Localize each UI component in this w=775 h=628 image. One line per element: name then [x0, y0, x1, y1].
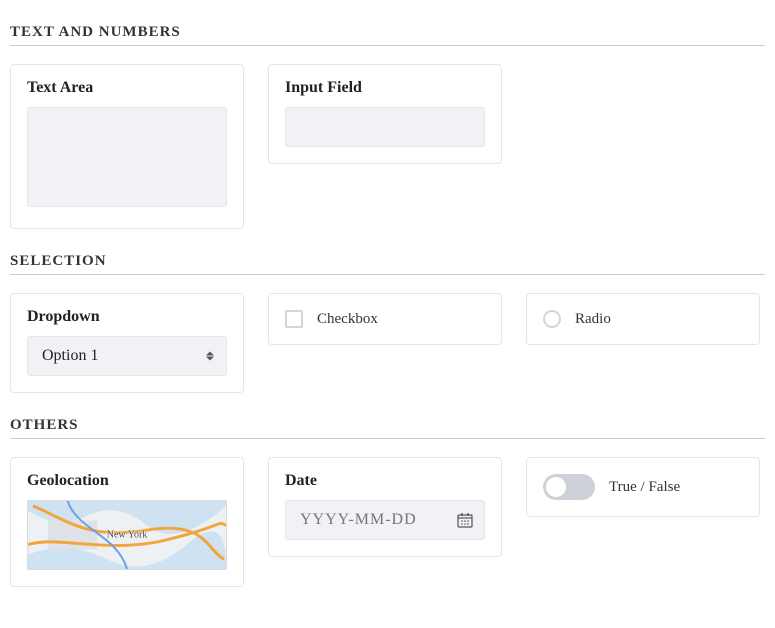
card-checkbox: Checkbox — [268, 293, 502, 345]
row-selection: Dropdown Option 1 Checkbox Radio — [10, 293, 765, 393]
label-input-field: Input Field — [285, 79, 485, 97]
card-toggle: True / False — [526, 457, 760, 517]
label-date: Date — [285, 472, 485, 490]
card-dropdown: Dropdown Option 1 — [10, 293, 244, 393]
dropdown-select[interactable]: Option 1 — [27, 336, 227, 376]
date-input[interactable] — [285, 500, 485, 540]
card-date: Date — [268, 457, 502, 557]
card-radio: Radio — [526, 293, 760, 345]
section-title-selection: SELECTION — [10, 249, 765, 275]
section-title-text-and-numbers: TEXT AND NUMBERS — [10, 20, 765, 46]
checkbox-input[interactable] — [285, 310, 303, 328]
label-checkbox: Checkbox — [317, 311, 378, 328]
label-radio: Radio — [575, 311, 611, 328]
label-toggle: True / False — [609, 479, 680, 496]
section-title-others: OTHERS — [10, 413, 765, 439]
label-text-area: Text Area — [27, 79, 227, 97]
map-thumbnail[interactable]: New York — [27, 500, 227, 570]
card-text-area: Text Area — [10, 64, 244, 229]
input-field[interactable] — [285, 107, 485, 147]
card-input-field: Input Field — [268, 64, 502, 164]
label-dropdown: Dropdown — [27, 308, 227, 326]
sort-icon — [206, 352, 214, 361]
card-geolocation: Geolocation New York — [10, 457, 244, 587]
dropdown-selected-value: Option 1 — [42, 347, 98, 365]
row-text-and-numbers: Text Area Input Field — [10, 64, 765, 229]
label-geolocation: Geolocation — [27, 472, 227, 490]
text-area-input[interactable] — [27, 107, 227, 207]
toggle-knob — [546, 477, 566, 497]
toggle-switch[interactable] — [543, 474, 595, 500]
row-others: Geolocation New York Date — [10, 457, 765, 587]
radio-input[interactable] — [543, 310, 561, 328]
